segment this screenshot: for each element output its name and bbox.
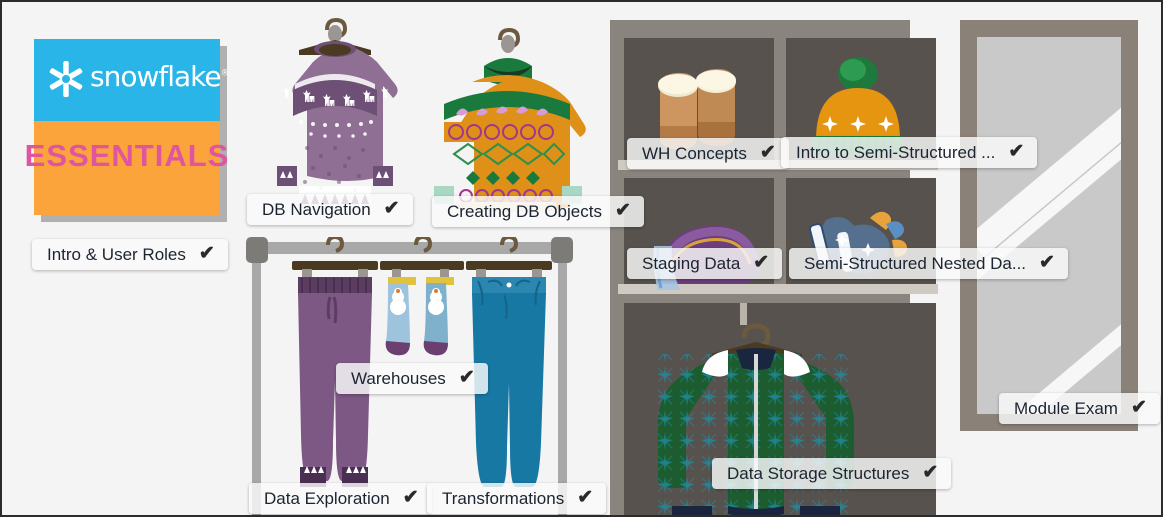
brick xyxy=(1074,438,1161,471)
check-icon: ✔ xyxy=(1130,397,1147,418)
module-label-text: Creating DB Objects xyxy=(447,201,602,221)
module-label-text: Warehouses xyxy=(351,368,446,388)
brick xyxy=(130,2,238,21)
brick xyxy=(71,303,179,336)
brick xyxy=(0,0,2,21)
module-map-scene: snowflake® ESSENTIALS Intro & User Roles… xyxy=(0,0,1163,517)
module-label-staging-data[interactable]: Staging Data ✔ xyxy=(627,248,783,279)
check-icon: ✔ xyxy=(577,487,594,508)
brick xyxy=(130,438,238,471)
module-label-data-storage-structures[interactable]: Data Storage Structures ✔ xyxy=(712,458,952,489)
check-icon: ✔ xyxy=(759,142,776,163)
brick xyxy=(0,348,2,381)
brick xyxy=(720,2,828,21)
module-label-text: Transformations xyxy=(442,488,565,508)
brick xyxy=(484,2,592,21)
snowflake-icon xyxy=(49,61,83,97)
brick xyxy=(12,348,120,381)
orange-fairisle-sweater-illustration xyxy=(434,27,586,212)
brick xyxy=(2,483,61,515)
rail-cap-left xyxy=(246,237,268,263)
module-label-text: Intro to Semi-Structured ... xyxy=(796,142,996,162)
module-label-text: DB Navigation xyxy=(262,199,371,219)
module-label-module-exam[interactable]: Module Exam ✔ xyxy=(999,393,1160,424)
check-icon: ✔ xyxy=(383,198,400,219)
brick xyxy=(1015,483,1123,515)
brick xyxy=(0,78,2,111)
module-label-text: Module Exam xyxy=(1014,398,1118,418)
check-icon: ✔ xyxy=(458,367,475,388)
check-icon: ✔ xyxy=(402,487,419,508)
module-label-text: Semi-Structured Nested Da... xyxy=(804,253,1027,273)
brick xyxy=(12,438,120,471)
module-label-data-exploration[interactable]: Data Exploration ✔ xyxy=(249,483,432,514)
module-label-intro-user-roles[interactable]: Intro & User Roles ✔ xyxy=(32,239,228,270)
brick xyxy=(838,2,946,21)
brick xyxy=(602,2,710,21)
check-icon: ✔ xyxy=(753,252,770,273)
brick xyxy=(2,303,61,336)
poster-top-band: snowflake® xyxy=(34,39,230,121)
brick xyxy=(956,2,1064,21)
check-icon: ✔ xyxy=(614,200,631,221)
module-label-text: Data Storage Structures xyxy=(727,463,910,483)
brick xyxy=(71,483,179,515)
mirror xyxy=(960,20,1138,431)
poster-bottom-band: ESSENTIALS xyxy=(25,121,228,215)
module-label-text: Intro & User Roles xyxy=(47,244,186,264)
check-icon: ✔ xyxy=(198,243,215,264)
snowflake-wordmark: snowflake® xyxy=(90,60,230,93)
brick xyxy=(0,258,2,291)
brick xyxy=(956,438,1064,471)
module-label-wh-concepts[interactable]: WH Concepts ✔ xyxy=(627,138,789,169)
brick xyxy=(1133,483,1161,515)
poster-subtitle: ESSENTIALS xyxy=(24,137,230,173)
module-label-text: WH Concepts xyxy=(642,143,747,163)
snowflake-essentials-poster: snowflake® ESSENTIALS xyxy=(25,39,230,215)
mirror-glass xyxy=(977,37,1121,414)
brick xyxy=(130,348,238,381)
brand-text: snowflake xyxy=(90,60,222,93)
module-label-creating-db-objects[interactable]: Creating DB Objects ✔ xyxy=(432,196,644,227)
module-label-text: Data Exploration xyxy=(264,488,390,508)
check-icon: ✔ xyxy=(1039,252,1055,273)
registered-mark: ® xyxy=(220,68,230,79)
brick xyxy=(1074,2,1161,21)
purple-reindeer-sweater-illustration xyxy=(277,17,398,204)
brick xyxy=(12,2,120,21)
module-label-text: Staging Data xyxy=(642,253,741,273)
module-label-warehouses[interactable]: Warehouses ✔ xyxy=(336,363,488,394)
brick xyxy=(0,438,2,471)
rail-post-left xyxy=(252,245,261,515)
module-label-transformations[interactable]: Transformations ✔ xyxy=(427,483,607,514)
module-label-semi-structured-nested[interactable]: Semi-Structured Nested Da... ✔ xyxy=(789,248,1068,279)
check-icon: ✔ xyxy=(922,462,939,483)
brick xyxy=(0,168,2,201)
module-label-db-navigation[interactable]: DB Navigation ✔ xyxy=(247,194,413,225)
module-label-intro-semi-structured[interactable]: Intro to Semi-Structured ... ✔ xyxy=(781,137,1038,168)
check-icon: ✔ xyxy=(1008,141,1025,162)
brick xyxy=(71,393,179,426)
brick xyxy=(2,393,61,426)
